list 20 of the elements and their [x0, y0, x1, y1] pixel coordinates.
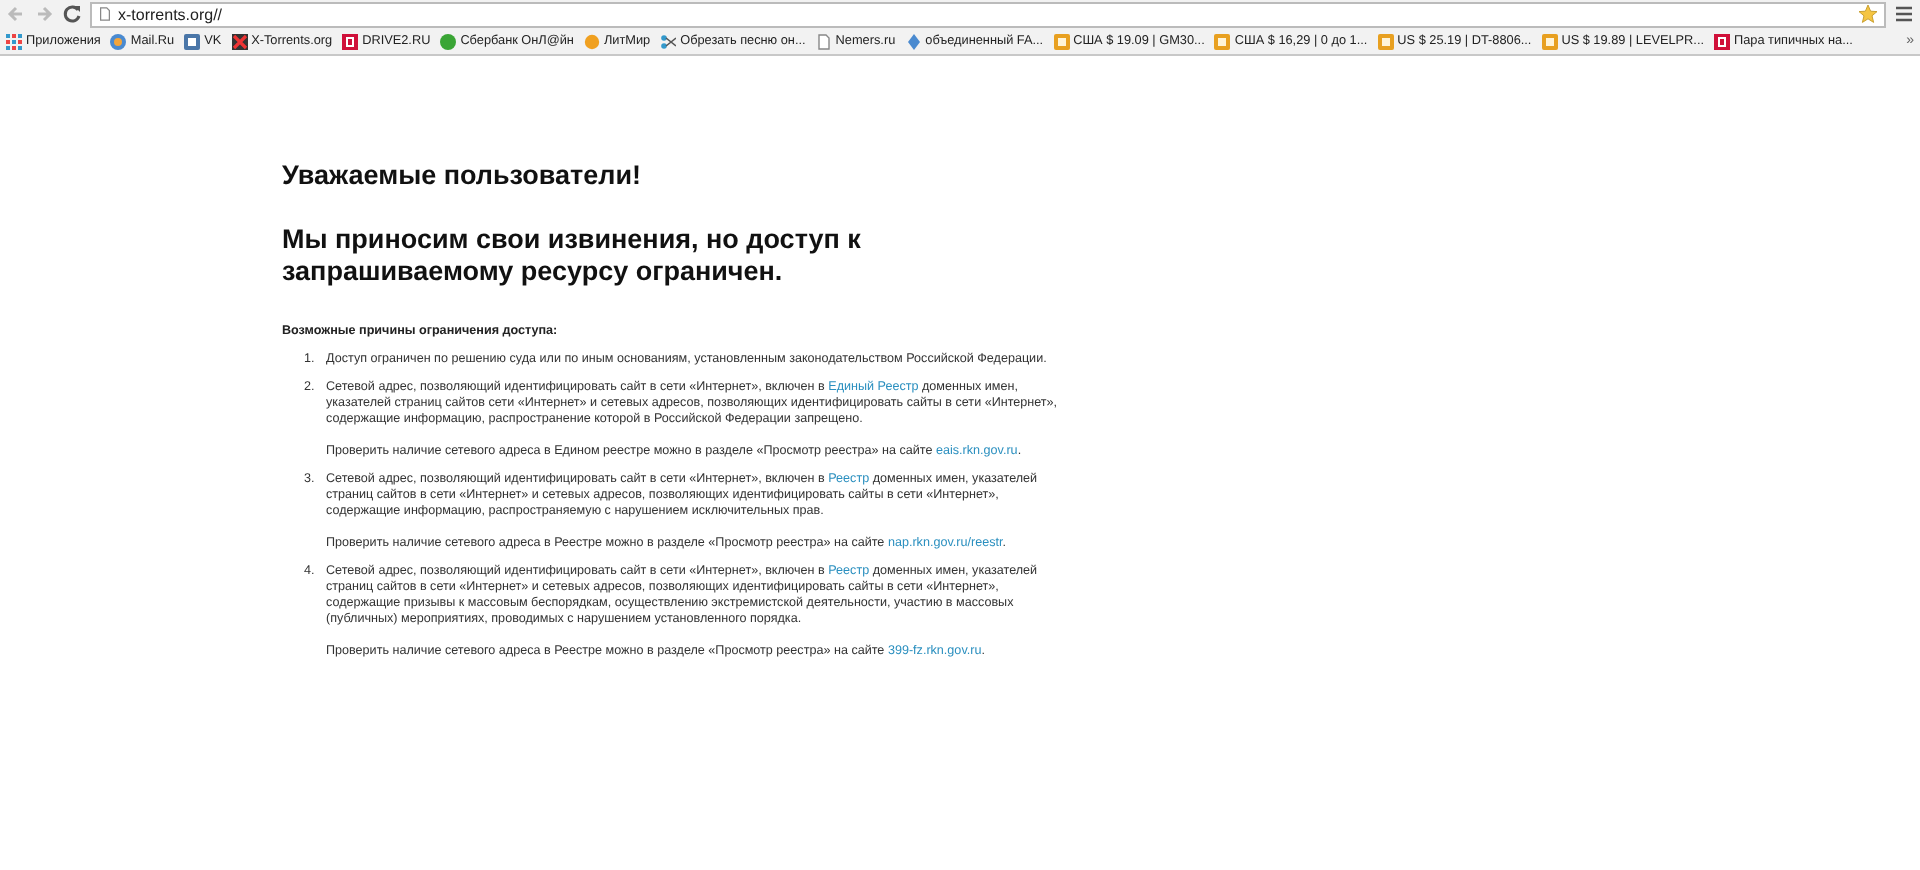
apps-grid-icon [6, 33, 22, 49]
square-icon [342, 33, 359, 49]
circle-icon [583, 33, 600, 49]
square-icon [184, 33, 201, 49]
back-icon[interactable] [6, 4, 26, 24]
page-icon [98, 6, 112, 22]
page-icon [815, 33, 832, 49]
message-heading: Мы приносим свои извинения, но доступ к запрашиваемому ресурсу ограничен. [282, 224, 863, 288]
reload-icon[interactable] [62, 4, 82, 24]
address-bar[interactable]: x-torrents.org// [90, 1, 1886, 27]
globe-icon [110, 33, 127, 49]
scissors-icon [660, 33, 677, 49]
star-icon[interactable] [1858, 4, 1878, 24]
diamond-icon [905, 33, 922, 49]
menu-icon[interactable] [1894, 4, 1914, 24]
forward-icon[interactable] [34, 4, 54, 24]
square-icon [1714, 33, 1730, 49]
greeting-heading: Уважаемые пользователи! [282, 160, 644, 190]
cross-icon [231, 33, 248, 49]
circle-icon [440, 33, 457, 49]
